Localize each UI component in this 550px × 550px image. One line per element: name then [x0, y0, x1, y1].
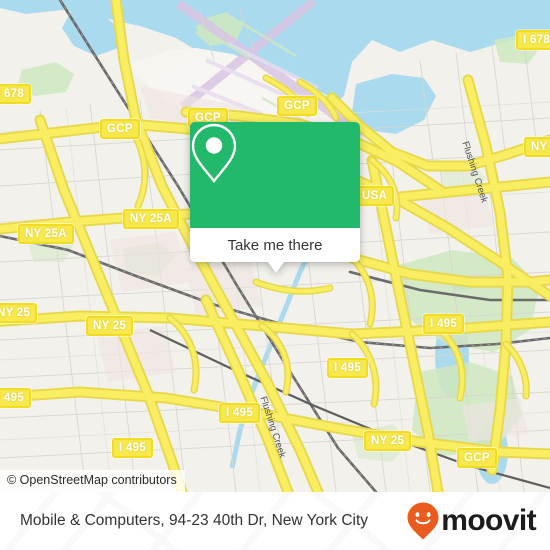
moovit-brand[interactable]: moovit: [406, 501, 537, 541]
moovit-smiley-pin-icon: [407, 502, 439, 540]
map-canvas[interactable]: I 678 GCP GCP GCP I 678 NY NY 25A NY 25A USA NY 2…: [0, 0, 550, 492]
road-shield: NY: [524, 137, 550, 157]
road-shield: I 678: [516, 30, 550, 50]
place-callout-card[interactable]: Take me there: [190, 122, 360, 273]
callout-pointer: [267, 261, 285, 273]
attribution-text: © OpenStreetMap contributors: [7, 473, 177, 487]
map-attribution[interactable]: © OpenStreetMap contributors: [0, 470, 185, 492]
road-shield: NY 25: [364, 431, 412, 451]
footer-bar: Mobile & Computers, 94-23 40th Dr, New Y…: [0, 492, 550, 550]
road-shield: GCP: [100, 119, 140, 139]
road-shield: I 495: [219, 403, 261, 423]
road-shield: I 495: [327, 358, 369, 378]
place-title: Mobile & Computers, 94-23 40th Dr, New Y…: [20, 512, 369, 529]
road-shield: I 678: [0, 84, 32, 104]
map-pin-icon: [191, 123, 237, 183]
road-shield: NY 25: [0, 303, 38, 323]
road-shield: GCP: [457, 448, 497, 468]
take-me-there-button[interactable]: Take me there: [190, 228, 360, 262]
road-shield: GCP: [277, 96, 317, 116]
road-shield: I 495: [423, 314, 465, 334]
road-shield: I 495: [112, 438, 154, 458]
road-shield: NY 25A: [18, 224, 74, 244]
screenshot-root: I 678 GCP GCP GCP I 678 NY NY 25A NY 25A USA NY 2…: [0, 0, 550, 550]
footer-content: Mobile & Computers, 94-23 40th Dr, New Y…: [0, 492, 550, 550]
take-me-there-label: Take me there: [227, 236, 323, 254]
road-shield: NY 25: [86, 316, 134, 336]
road-shield: USA: [355, 186, 395, 206]
road-shield: NY 25A: [123, 209, 179, 229]
road-shield: I 495: [0, 388, 32, 408]
moovit-wordmark: moovit: [441, 504, 536, 537]
callout-header: [190, 122, 360, 228]
